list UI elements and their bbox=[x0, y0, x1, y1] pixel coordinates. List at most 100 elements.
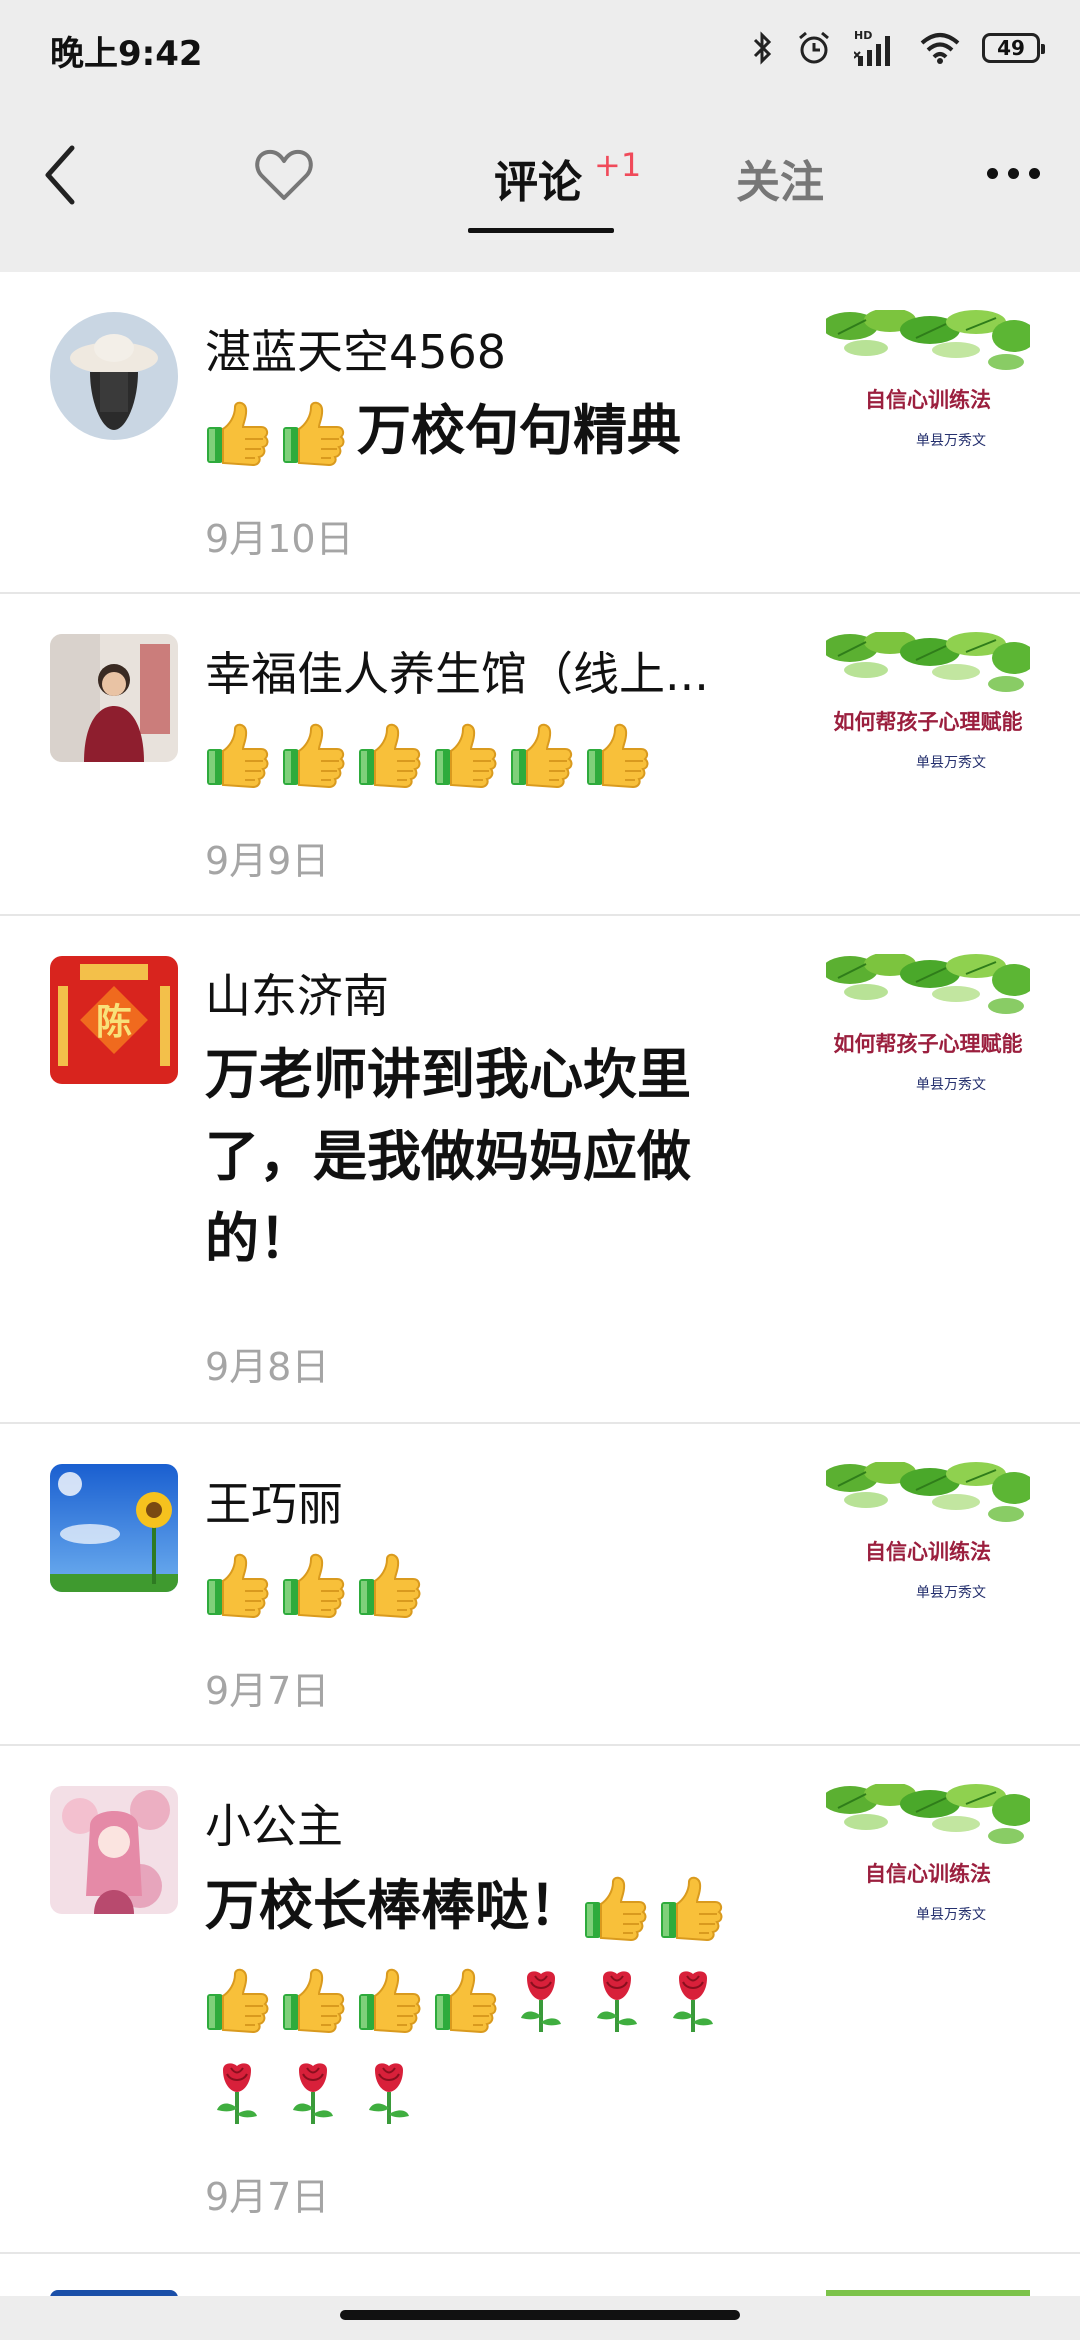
alarm-icon bbox=[799, 31, 829, 64]
comment-date: 9月8日 bbox=[205, 1345, 330, 1389]
commenter-name[interactable]: 山东济南 bbox=[205, 960, 389, 1026]
thumbs-up-icon bbox=[281, 1553, 345, 1619]
thumbnail-title: 自信心训练法 bbox=[865, 387, 991, 412]
thumbnail-author: 单县万秀文 bbox=[916, 1585, 986, 1600]
comment-item[interactable]: 幸福佳人养生馆（线上... 9月9日 如何帮孩子心理赋能 单县万秀文 bbox=[0, 594, 1080, 916]
thumbnail-title: 自信心训练法 bbox=[865, 1539, 991, 1564]
status-icons: HD 49 bbox=[752, 26, 1045, 70]
avatar-image bbox=[50, 634, 178, 762]
status-bar: 晚上9:42 HD 49 bbox=[0, 0, 1080, 96]
thumbs-up-icon bbox=[433, 1968, 497, 2034]
rose-icon bbox=[205, 2060, 269, 2126]
thumbs-up-icon bbox=[357, 723, 421, 789]
bluetooth-icon bbox=[753, 31, 772, 65]
comment-text-content: 万校长棒棒哒！ bbox=[205, 1874, 583, 1937]
signal-icon: HD bbox=[854, 29, 890, 66]
leaves-image bbox=[826, 632, 1030, 702]
comment-date: 9月7日 bbox=[205, 2175, 330, 2219]
leaves-image bbox=[826, 1462, 1030, 1532]
chevron-left-icon bbox=[45, 145, 75, 205]
like-button[interactable] bbox=[254, 148, 314, 202]
tab-comments[interactable]: 评论 +1 bbox=[494, 146, 641, 210]
thumbs-up-icon bbox=[585, 723, 649, 789]
leaves-image bbox=[826, 310, 1030, 380]
thumbnail-title: 自信心训练法 bbox=[865, 1861, 991, 1886]
thumbs-up-icon bbox=[281, 401, 345, 467]
thumbs-up-icon bbox=[205, 1553, 269, 1619]
thumbs-up-icon bbox=[205, 1968, 269, 2034]
thumbs-up-icon bbox=[281, 1968, 345, 2034]
comments-list: 湛蓝天空4568 万校句句精典 9月10日 自信心训练法 单县万秀文 幸福佳人养… bbox=[0, 272, 1080, 2254]
leaves-image bbox=[826, 954, 1030, 1024]
thumbs-up-icon bbox=[205, 401, 269, 467]
avatar-image bbox=[50, 1464, 178, 1592]
comment-text bbox=[205, 712, 775, 794]
tab-follow[interactable]: 关注 bbox=[736, 146, 824, 210]
comment-text-content: 万校句句精典 bbox=[357, 399, 681, 462]
more-dot-icon bbox=[1029, 168, 1040, 179]
commenter-name[interactable]: 小公主 bbox=[205, 1790, 343, 1856]
rose-icon bbox=[357, 2060, 421, 2126]
thumbs-up-icon bbox=[205, 723, 269, 789]
comment-text: 万校句句精典 bbox=[205, 390, 775, 472]
thumbs-up-icon bbox=[281, 723, 345, 789]
commenter-name[interactable]: 幸福佳人养生馆（线上... bbox=[205, 638, 709, 704]
thumbnail-author: 单县万秀文 bbox=[916, 755, 986, 770]
comment-text bbox=[205, 1542, 775, 1624]
avatar-image: 陈 bbox=[50, 956, 178, 1084]
thumbnail-author: 单县万秀文 bbox=[916, 433, 986, 448]
comment-date: 9月7日 bbox=[205, 1669, 330, 1713]
article-thumbnail[interactable]: 自信心训练法 单县万秀文 bbox=[826, 1784, 1030, 1922]
commenter-name[interactable]: 湛蓝天空4568 bbox=[205, 316, 506, 382]
thumbs-up-icon bbox=[583, 1876, 647, 1942]
home-indicator[interactable] bbox=[340, 2310, 740, 2320]
comment-text: 万老师讲到我心坎里了，是我做妈妈应做的！ bbox=[205, 1043, 691, 1270]
avatar-image bbox=[50, 1786, 178, 1914]
rose-icon bbox=[661, 1968, 725, 2034]
wifi-icon bbox=[920, 33, 960, 64]
comment-text: 万校长棒棒哒！ bbox=[205, 1860, 805, 2136]
more-dot-icon bbox=[987, 168, 998, 179]
svg-text:HD: HD bbox=[854, 29, 872, 42]
avatar-image bbox=[50, 312, 178, 440]
status-time: 晚上9:42 bbox=[50, 34, 203, 74]
avatar[interactable]: 陈 bbox=[50, 956, 178, 1084]
battery-icon: 49 bbox=[982, 33, 1045, 63]
avatar[interactable] bbox=[50, 1464, 178, 1592]
heart-icon bbox=[255, 149, 313, 200]
article-thumbnail[interactable]: 自信心训练法 单县万秀文 bbox=[826, 310, 1030, 448]
top-nav-bar: 评论 +1 关注 bbox=[0, 96, 1080, 272]
rose-icon bbox=[585, 1968, 649, 2034]
rose-icon bbox=[281, 2060, 345, 2126]
thumbs-up-icon bbox=[509, 723, 573, 789]
avatar[interactable] bbox=[50, 312, 178, 440]
article-thumbnail[interactable]: 如何帮孩子心理赋能 单县万秀文 bbox=[826, 954, 1030, 1092]
tab-comments-label: 评论 bbox=[494, 157, 582, 208]
thumbs-up-icon bbox=[357, 1968, 421, 2034]
avatar[interactable] bbox=[50, 634, 178, 762]
thumbs-up-icon bbox=[433, 723, 497, 789]
more-dot-icon bbox=[1008, 168, 1019, 179]
article-thumbnail[interactable]: 如何帮孩子心理赋能 单县万秀文 bbox=[826, 632, 1030, 770]
thumbnail-title: 如何帮孩子心理赋能 bbox=[833, 1031, 1023, 1056]
thumbs-up-icon bbox=[357, 1553, 421, 1619]
avatar-char: 陈 bbox=[96, 1002, 132, 1043]
thumbnail-author: 单县万秀文 bbox=[916, 1907, 986, 1922]
comment-item[interactable]: 湛蓝天空4568 万校句句精典 9月10日 自信心训练法 单县万秀文 bbox=[0, 272, 1080, 594]
commenter-name[interactable]: 王巧丽 bbox=[205, 1468, 343, 1534]
thumbnail-title: 如何帮孩子心理赋能 bbox=[833, 709, 1023, 734]
comment-item[interactable]: 陈 山东济南 万老师讲到我心坎里了，是我做妈妈应做的！ 9月8日 如何帮孩子心理… bbox=[0, 916, 1080, 1424]
leaves-image bbox=[826, 1784, 1030, 1854]
comment-date: 9月9日 bbox=[205, 839, 330, 883]
comments-count-badge: +1 bbox=[594, 146, 642, 184]
thumbs-up-icon bbox=[659, 1876, 723, 1942]
comment-item[interactable]: 小公主 万校长棒棒哒！ 9月7日 自信心训练法 单县万秀文 bbox=[0, 1746, 1080, 2254]
more-button[interactable] bbox=[987, 168, 1040, 179]
rose-icon bbox=[509, 1968, 573, 2034]
avatar[interactable] bbox=[50, 1786, 178, 1914]
comment-item[interactable]: 王巧丽 9月7日 自信心训练法 单县万秀文 bbox=[0, 1424, 1080, 1746]
thumbnail-author: 单县万秀文 bbox=[916, 1077, 986, 1092]
back-button[interactable] bbox=[36, 142, 86, 208]
article-thumbnail[interactable]: 自信心训练法 单县万秀文 bbox=[826, 1462, 1030, 1600]
tab-active-indicator bbox=[468, 228, 614, 233]
